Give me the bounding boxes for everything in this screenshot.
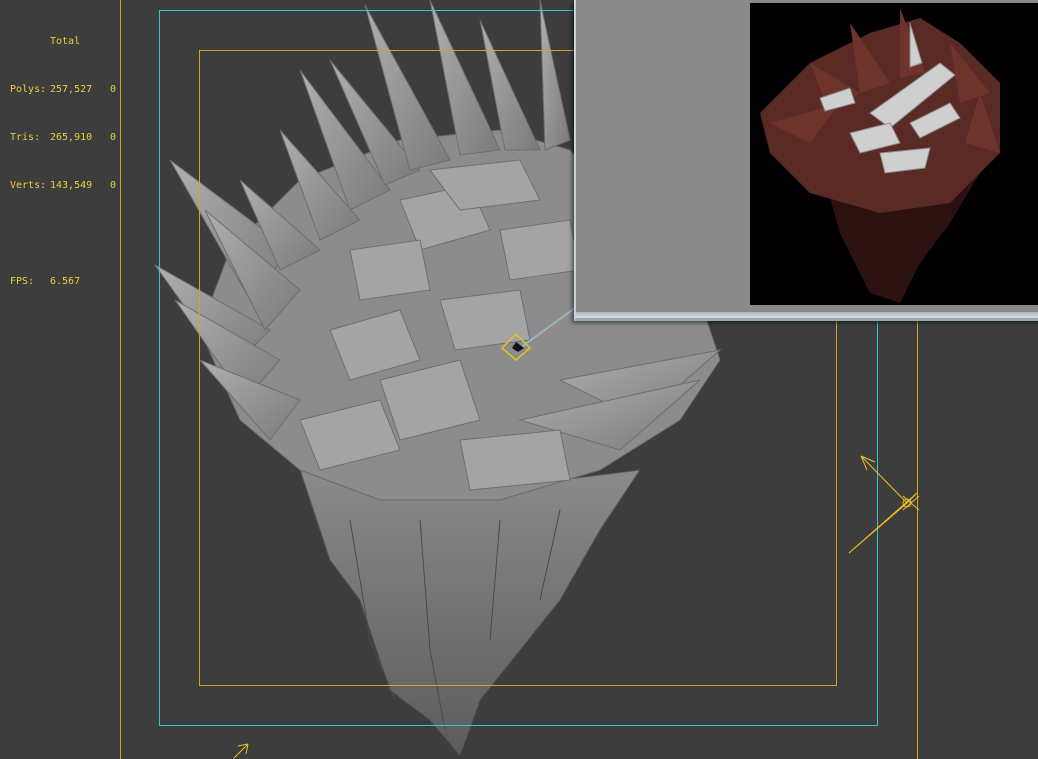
fps-value: 6.567 [50,276,81,287]
fps-label: FPS: [10,276,35,287]
perspective-viewport[interactable]: Total Polys: 257,527 0 Tris: 265,910 0 V… [0,0,1038,759]
camera-target-icon[interactable] [230,742,254,759]
rendered-image [750,3,1038,305]
stats-value: 257,527 [50,84,93,95]
stats-value: 143,549 [50,180,93,191]
spotlight-icon[interactable] [845,448,925,558]
statistics-overlay: Total Polys: 257,527 0 Tris: 265,910 0 V… [10,2,122,322]
stats-selected: 0 [110,180,117,191]
render-frame-window[interactable] [574,0,1038,321]
stats-row-tris: Tris: 265,910 0 [10,130,122,146]
stats-label: Polys: [10,84,47,95]
stats-row-verts: Verts: 143,549 0 [10,178,122,194]
stats-selected: 0 [110,132,117,143]
stats-row-fps: FPS: 6.567 [10,274,122,290]
stats-value: 265,910 [50,132,93,143]
pivot-gizmo-icon[interactable] [500,332,534,362]
stats-label: Tris: [10,132,41,143]
stats-header: Total [50,36,81,47]
stats-selected: 0 [110,84,117,95]
stats-label: Verts: [10,180,47,191]
render-window-border [576,312,1038,318]
render-preview-icon [750,3,1038,305]
stats-row-polys: Polys: 257,527 0 [10,82,122,98]
